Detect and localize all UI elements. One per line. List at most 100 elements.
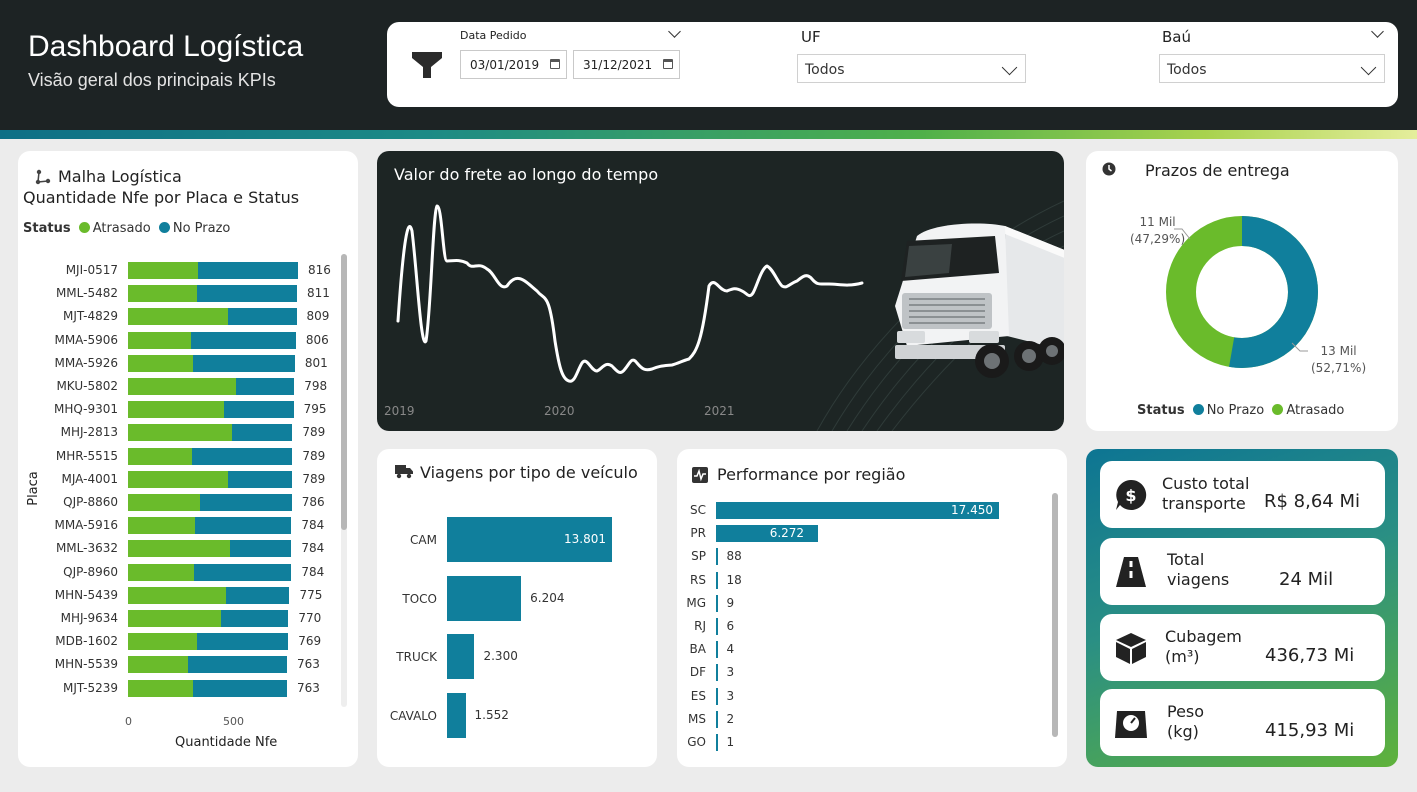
- bau-filter-chevron-icon[interactable]: [1371, 25, 1384, 38]
- vehicle-type-label: TRUCK: [396, 650, 437, 664]
- page-title: Dashboard Logística: [28, 30, 304, 63]
- bar-atrasado[interactable]: [128, 470, 228, 488]
- bau-dropdown[interactable]: Todos: [1159, 54, 1385, 83]
- bar-no-prazo[interactable]: [193, 563, 292, 581]
- vehicle-type-label: CAVALO: [389, 708, 437, 723]
- uf-label: MS: [688, 711, 706, 726]
- kpi-cubagem-label-2: (m³): [1165, 647, 1200, 666]
- bar-no-prazo[interactable]: [196, 633, 289, 651]
- legend-atrasado-label[interactable]: Atrasado: [1286, 403, 1344, 418]
- bar-no-prazo[interactable]: [199, 494, 292, 511]
- year-2020: 2020: [544, 404, 575, 418]
- bar-no-prazo[interactable]: [220, 610, 289, 627]
- bar-regiao[interactable]: [716, 641, 718, 659]
- bar-no-prazo[interactable]: [225, 586, 290, 604]
- uf-label: DF: [689, 665, 706, 680]
- box-icon: [1116, 633, 1146, 664]
- legend-no-prazo-label[interactable]: No Prazo: [1207, 403, 1265, 418]
- bar-atrasado[interactable]: [128, 540, 231, 558]
- bar-no-prazo[interactable]: [230, 540, 292, 558]
- bar-atrasado[interactable]: [128, 656, 189, 674]
- kpi-custo-card: $ Custo total transporte R$ 8,64 Mi: [1100, 461, 1385, 528]
- bar-atrasado[interactable]: [128, 401, 224, 419]
- bar-atrasado[interactable]: [128, 378, 237, 395]
- prazos-legend: Status No Prazo Atrasado: [1137, 403, 1344, 418]
- bar-atrasado[interactable]: [128, 494, 200, 511]
- bar-atrasado[interactable]: [128, 447, 192, 465]
- x-tick-0: 0: [125, 715, 132, 728]
- bar-atrasado[interactable]: [128, 586, 226, 604]
- bar-no-prazo[interactable]: [228, 470, 293, 488]
- kpi-viagens-label: Total viagens: [1167, 550, 1229, 590]
- page-subtitle: Visão geral dos principais KPIs: [28, 70, 276, 90]
- bar-no-prazo[interactable]: [194, 517, 292, 535]
- date-end-value: 31/12/2021: [583, 58, 653, 72]
- atrasado-value: 11 Mil: [1139, 215, 1176, 229]
- date-filter-chevron-icon[interactable]: [668, 25, 681, 38]
- x-tick-500: 500: [223, 715, 244, 728]
- bar-regiao[interactable]: [716, 618, 718, 635]
- bar-no-prazo[interactable]: [196, 285, 297, 303]
- bar-regiao[interactable]: [716, 664, 718, 682]
- uf-dropdown[interactable]: Todos: [797, 54, 1026, 83]
- date-start-input[interactable]: 03/01/2019: [460, 50, 567, 79]
- bar-atrasado[interactable]: [128, 517, 195, 535]
- malha-xlabel: Quantidade Nfe: [175, 735, 278, 750]
- bau-filter-label: Baú: [1162, 28, 1191, 46]
- bar-atrasado[interactable]: [128, 262, 198, 279]
- filter-panel: Data Pedido 03/01/2019 31/12/2021 UF Tod…: [387, 22, 1398, 107]
- bar-regiao[interactable]: [716, 594, 718, 612]
- bar-regiao[interactable]: [716, 710, 718, 728]
- bar-no-prazo[interactable]: [192, 354, 295, 372]
- bar-regiao[interactable]: [716, 734, 718, 751]
- bar-no-prazo[interactable]: [190, 331, 296, 349]
- bar-atrasado[interactable]: [128, 424, 233, 442]
- bar-value-label: 2.300: [483, 649, 518, 663]
- bar-viagens[interactable]: [447, 575, 522, 621]
- regiao-scrollbar[interactable]: [1052, 493, 1058, 737]
- placa-label: MML-5482: [55, 286, 118, 301]
- bar-value-label: 13.801: [564, 532, 606, 546]
- bar-no-prazo[interactable]: [192, 679, 287, 697]
- bar-total-label: 784: [301, 564, 325, 579]
- malha-scrollbar-thumb[interactable]: [341, 254, 347, 530]
- bar-atrasado[interactable]: [128, 563, 194, 581]
- bar-no-prazo[interactable]: [232, 424, 293, 442]
- uf-label: RJ: [694, 619, 706, 633]
- bar-atrasado[interactable]: [128, 308, 228, 326]
- bar-atrasado[interactable]: [128, 679, 193, 697]
- bar-no-prazo[interactable]: [191, 447, 293, 465]
- bar-no-prazo[interactable]: [223, 401, 294, 419]
- bar-total-label: 816: [308, 263, 331, 277]
- uf-label: SC: [690, 503, 706, 517]
- bar-atrasado[interactable]: [128, 331, 191, 349]
- bar-value-label: 1.552: [474, 707, 509, 722]
- bar-no-prazo[interactable]: [236, 378, 295, 395]
- bar-atrasado[interactable]: [128, 633, 197, 651]
- bar-atrasado[interactable]: [128, 610, 221, 627]
- calendar-icon[interactable]: [550, 59, 560, 69]
- bar-regiao[interactable]: [716, 548, 718, 566]
- bar-no-prazo[interactable]: [228, 308, 297, 326]
- uf-label: RS: [690, 572, 706, 587]
- regiao-scrollbar-thumb[interactable]: [1052, 493, 1058, 737]
- date-end-input[interactable]: 31/12/2021: [573, 50, 680, 79]
- bar-atrasado[interactable]: [128, 285, 197, 303]
- bar-regiao[interactable]: [716, 571, 718, 589]
- placa-label: MMA-5916: [54, 518, 118, 533]
- bar-no-prazo[interactable]: [197, 262, 298, 279]
- bar-no-prazo[interactable]: [188, 656, 287, 674]
- kpi-peso-value: 415,93 Mi: [1265, 720, 1355, 741]
- bar-atrasado[interactable]: [128, 354, 193, 372]
- uf-label: GO: [687, 735, 706, 749]
- bar-total-label: 795: [303, 402, 327, 417]
- bar-value-label: 3: [726, 665, 735, 680]
- bar-viagens[interactable]: [447, 692, 466, 738]
- bar-total-label: 789: [302, 471, 326, 486]
- legend-no-prazo-label[interactable]: No Prazo: [173, 221, 231, 236]
- legend-atrasado-label[interactable]: Atrasado: [93, 221, 151, 236]
- calendar-icon[interactable]: [663, 59, 673, 69]
- bar-viagens[interactable]: [447, 634, 475, 679]
- bar-regiao[interactable]: [716, 687, 718, 705]
- malha-scrollbar[interactable]: [341, 254, 347, 707]
